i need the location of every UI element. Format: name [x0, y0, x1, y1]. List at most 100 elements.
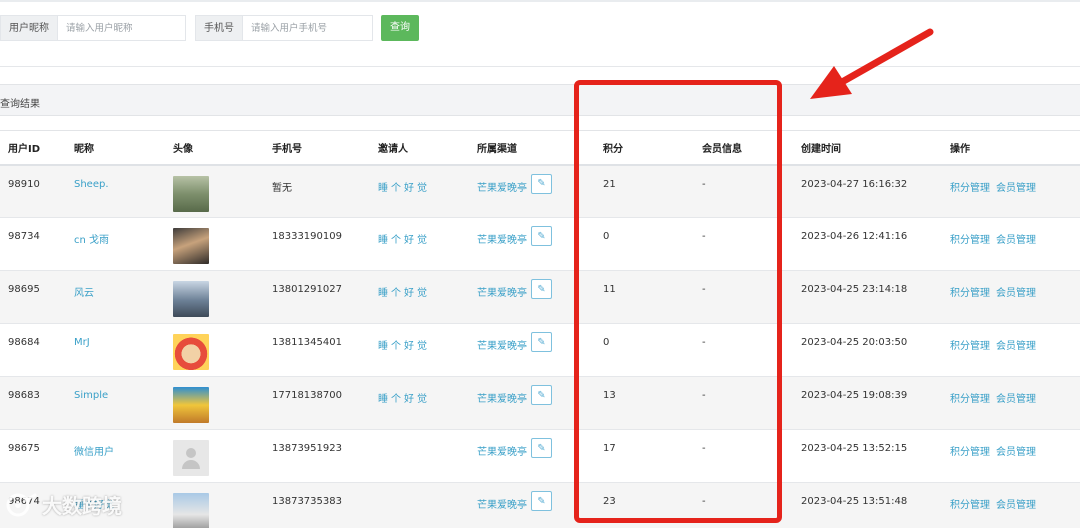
- avatar: [173, 387, 209, 423]
- header-inviter: 邀请人: [378, 143, 408, 155]
- avatar: [173, 281, 209, 317]
- phone: 13811345401: [272, 337, 342, 348]
- nickname-link[interactable]: 睡个好觉: [66, 483, 165, 528]
- channel-link[interactable]: 芒果爱晚亭: [477, 390, 527, 405]
- points: 0: [603, 337, 610, 348]
- member-manage-link[interactable]: 会员管理: [996, 394, 1036, 405]
- nickname-link[interactable]: 风云: [66, 271, 165, 324]
- table-row: 98675 微信用户 13873951923 芒果爱晚亭 ✎ 17 - 2023-…: [0, 429, 1080, 483]
- edit-icon: ✎: [537, 178, 546, 189]
- inviter-link[interactable]: [370, 430, 469, 483]
- edit-channel-button[interactable]: ✎: [531, 491, 552, 511]
- channel-link[interactable]: 芒果爱晚亭: [477, 337, 527, 352]
- header-avatar: 头像: [173, 143, 193, 155]
- user-id: 98675: [8, 443, 40, 454]
- phone: 13873951923: [272, 443, 342, 454]
- channel-link[interactable]: 芒果爱晚亭: [477, 231, 527, 246]
- created-time: 2023-04-27 16:16:32: [801, 178, 908, 190]
- created-time: 2023-04-25 20:03:50: [801, 337, 908, 348]
- points-manage-link[interactable]: 积分管理: [950, 288, 990, 299]
- points-manage-link[interactable]: 积分管理: [950, 235, 990, 246]
- edit-channel-button[interactable]: ✎: [531, 226, 552, 246]
- inviter-link[interactable]: [370, 483, 469, 528]
- edit-icon: ✎: [537, 495, 546, 507]
- member-info: -: [702, 390, 706, 401]
- member-manage-link[interactable]: 会员管理: [996, 235, 1036, 246]
- inviter-link[interactable]: 睡个好觉: [370, 165, 469, 218]
- created-time: 2023-04-25 23:14:18: [801, 284, 908, 295]
- table-row: 98910 Sheep. 暂无 睡个好觉 芒果爱晚亭 ✎ 21 - 2023-04…: [0, 164, 1080, 218]
- users-table: 用户ID 昵称 头像 手机号 邀请人 所属渠道 积分 会员信息 创建时间 操作 …: [0, 130, 1080, 528]
- user-id: 98910: [8, 178, 40, 190]
- member-info: -: [702, 178, 706, 190]
- points-manage-link[interactable]: 积分管理: [950, 341, 990, 352]
- inviter-link[interactable]: 睡个好觉: [370, 377, 469, 430]
- edit-channel-button[interactable]: ✎: [531, 279, 552, 299]
- inviter-link[interactable]: 睡个好觉: [370, 271, 469, 324]
- avatar: [173, 334, 209, 370]
- edit-icon: ✎: [537, 389, 546, 401]
- phone: 暂无: [272, 182, 292, 194]
- nickname-link[interactable]: 微信用户: [66, 430, 165, 483]
- points-manage-link[interactable]: 积分管理: [950, 394, 990, 405]
- inviter-link[interactable]: 睡个好觉: [370, 218, 469, 271]
- member-info: -: [702, 337, 706, 348]
- edit-channel-button[interactable]: ✎: [531, 332, 552, 352]
- phone-input[interactable]: [243, 15, 373, 41]
- phone: 18333190109: [272, 231, 342, 242]
- edit-channel-button[interactable]: ✎: [531, 173, 552, 194]
- member-info: -: [702, 284, 706, 295]
- header-member-info: 会员信息: [702, 143, 742, 155]
- member-manage-link[interactable]: 会员管理: [996, 288, 1036, 299]
- points: 21: [603, 178, 616, 190]
- member-info: -: [702, 231, 706, 242]
- created-time: 2023-04-26 12:41:16: [801, 231, 908, 242]
- channel-link[interactable]: 芒果爱晚亭: [477, 284, 527, 299]
- nickname-link[interactable]: Simple: [66, 377, 165, 430]
- member-manage-link[interactable]: 会员管理: [996, 183, 1036, 194]
- header-phone: 手机号: [272, 143, 302, 155]
- points: 0: [603, 231, 610, 242]
- nickname-link[interactable]: cn 戈雨: [66, 218, 165, 271]
- points-manage-link[interactable]: 积分管理: [950, 447, 990, 458]
- phone-label: 手机号: [195, 15, 243, 41]
- table-row: 98695 风云 13801291027 睡个好觉 芒果爱晚亭 ✎ 11 - 20…: [0, 270, 1080, 324]
- table-row: 98684 MrJ 13811345401 睡个好觉 芒果爱晚亭 ✎ 0 - 20…: [0, 323, 1080, 377]
- header-user-id: 用户ID: [8, 143, 41, 155]
- points-manage-link[interactable]: 积分管理: [950, 500, 990, 511]
- user-id: 98695: [8, 284, 40, 295]
- query-button[interactable]: 查询: [381, 15, 419, 41]
- nickname-input[interactable]: [58, 15, 186, 41]
- created-time: 2023-04-25 13:51:48: [801, 496, 908, 507]
- section-divider: [0, 66, 1080, 67]
- edit-channel-button[interactable]: ✎: [531, 385, 552, 405]
- edit-channel-button[interactable]: ✎: [531, 438, 552, 458]
- table-header-row: 用户ID 昵称 头像 手机号 邀请人 所属渠道 积分 会员信息 创建时间 操作: [0, 130, 1080, 165]
- member-info: -: [702, 443, 706, 454]
- results-title: 查询结果: [0, 99, 40, 110]
- header-channel: 所属渠道: [477, 143, 517, 155]
- member-manage-link[interactable]: 会员管理: [996, 341, 1036, 352]
- inviter-link[interactable]: 睡个好觉: [370, 324, 469, 377]
- channel-link[interactable]: 芒果爱晚亭: [477, 496, 527, 511]
- channel-link[interactable]: 芒果爱晚亭: [477, 443, 527, 458]
- channel-link[interactable]: 芒果爱晚亭: [477, 179, 527, 194]
- edit-icon: ✎: [537, 442, 546, 454]
- points-manage-link[interactable]: 积分管理: [950, 183, 990, 194]
- avatar: [173, 228, 209, 264]
- nickname-label: 用户昵称: [0, 15, 58, 41]
- nickname-link[interactable]: MrJ: [66, 324, 165, 377]
- user-id: 98683: [8, 390, 40, 401]
- nickname-link[interactable]: Sheep.: [66, 165, 165, 218]
- avatar: [173, 493, 209, 528]
- avatar: [173, 175, 209, 212]
- points: 23: [603, 496, 616, 507]
- member-manage-link[interactable]: 会员管理: [996, 500, 1036, 511]
- phone: 13801291027: [272, 284, 342, 295]
- search-form: 用户昵称 手机号 查询: [0, 14, 419, 42]
- header-points: 积分: [603, 143, 623, 155]
- header-created: 创建时间: [801, 143, 841, 155]
- member-manage-link[interactable]: 会员管理: [996, 447, 1036, 458]
- table-row: 98683 Simple 17718138700 睡个好觉 芒果爱晚亭 ✎ 13 …: [0, 376, 1080, 430]
- phone: 17718138700: [272, 390, 342, 401]
